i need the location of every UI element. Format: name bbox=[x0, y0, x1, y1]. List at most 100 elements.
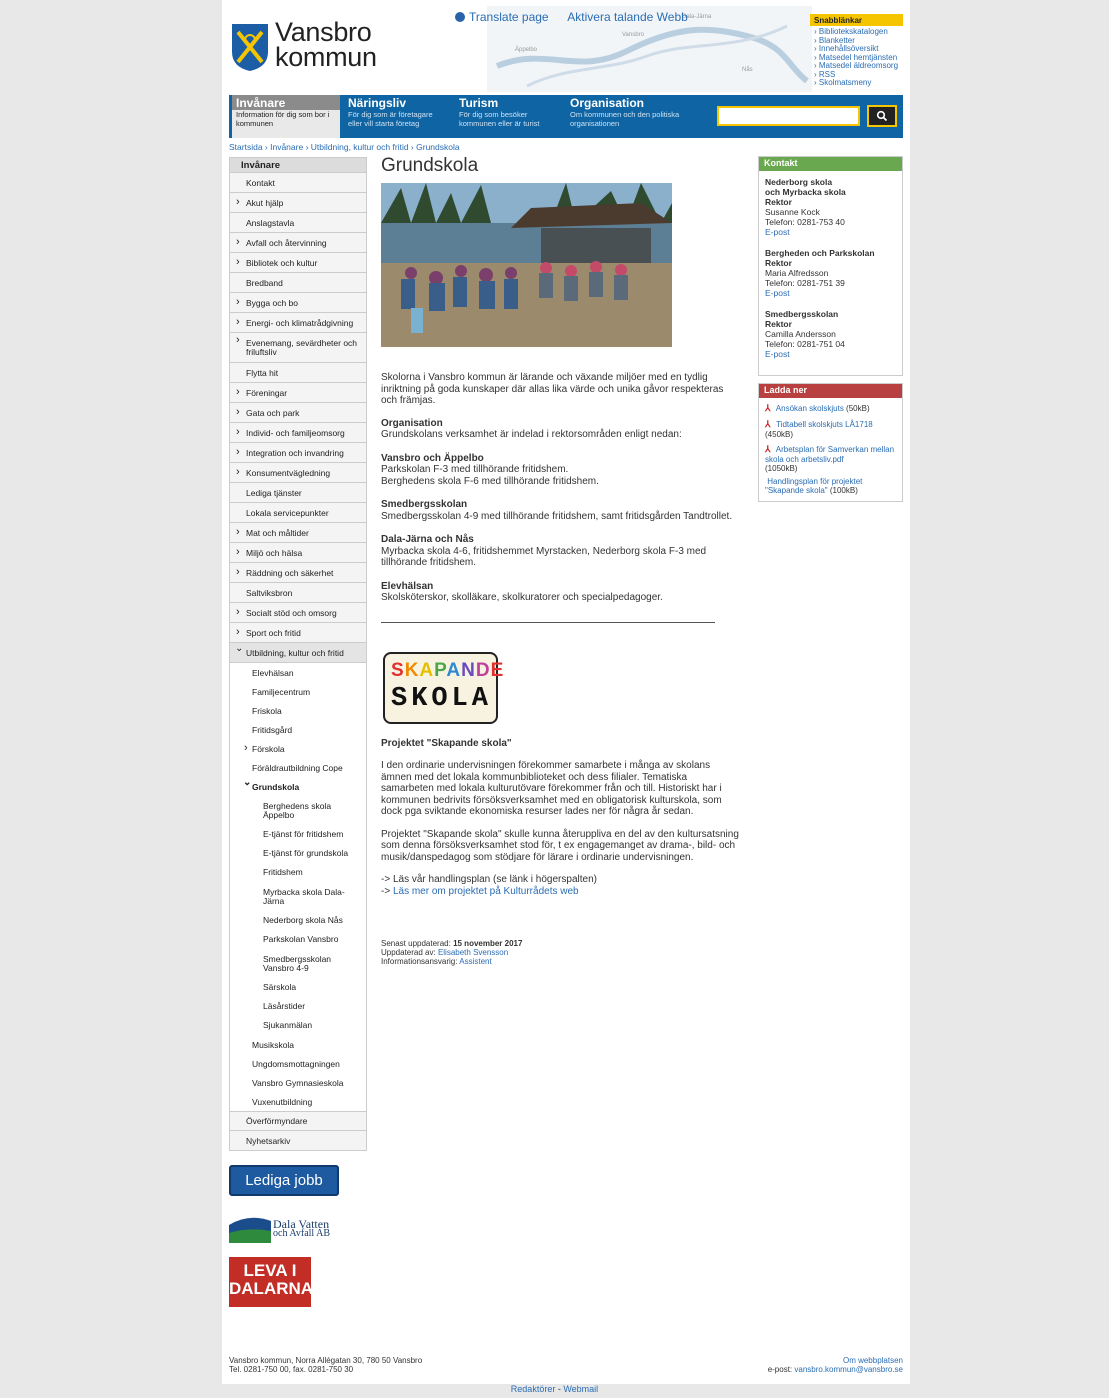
nav-invanare[interactable]: Invånare Information för dig som bor i k… bbox=[232, 95, 340, 138]
sidebar-item[interactable]: Överförmyndare bbox=[229, 1111, 367, 1131]
sidebar-subitem[interactable]: Vuxenutbildning bbox=[229, 1092, 367, 1111]
sidebar-item[interactable]: Energi- och klimatrådgivning bbox=[229, 313, 367, 333]
sidebar-item[interactable]: Räddning och säkerhet bbox=[229, 563, 367, 583]
download-link[interactable]: Ansökan skolskjuts bbox=[776, 404, 844, 413]
sidebar-subsubitem[interactable]: E-tjänst för grundskola bbox=[229, 844, 367, 863]
file-size: (50kB) bbox=[846, 404, 870, 413]
sidebar-subsubitem[interactable]: Särskola bbox=[229, 978, 367, 997]
nav-organisation[interactable]: Organisation Om kommunen och den politis… bbox=[566, 95, 706, 138]
nav-naringsliv[interactable]: Näringsliv För dig som är företagare ell… bbox=[344, 95, 452, 138]
sidebar-subitem[interactable]: Familjecentrum bbox=[229, 682, 367, 701]
sidebar-subitem[interactable]: Vansbro Gymnasieskola bbox=[229, 1073, 367, 1092]
updated-by-link[interactable]: Elisabeth Svensson bbox=[438, 948, 508, 957]
jobs-banner[interactable]: Lediga jobb bbox=[229, 1165, 339, 1196]
search-input[interactable] bbox=[717, 106, 860, 126]
download-link[interactable]: Arbetsplan för Samverkan mellan skola oc… bbox=[765, 445, 894, 464]
sidebar-item[interactable]: Evenemang, sevärdheter och friluftsliv bbox=[229, 333, 367, 363]
sidebar-subitem[interactable]: Föräldrautbildning Cope bbox=[229, 758, 367, 777]
coat-of-arms-icon bbox=[232, 24, 268, 71]
sidebar-subitem[interactable]: Friskola bbox=[229, 701, 367, 720]
site-logo[interactable]: Vansbro kommun bbox=[230, 19, 395, 74]
breadcrumb-link[interactable]: Utbildning, kultur och fritid bbox=[311, 142, 409, 152]
sidebar-item[interactable]: Nyhetsarkiv bbox=[229, 1131, 367, 1151]
sidebar-subsubitem[interactable]: Fritidshem bbox=[229, 863, 367, 882]
arrow-prefix: -> bbox=[381, 885, 393, 897]
sidebar-subitem[interactable]: Ungdomsmottagningen bbox=[229, 1054, 367, 1073]
webmail-link[interactable]: Webmail bbox=[563, 1384, 598, 1394]
sidebar-item[interactable]: Integration och invandring bbox=[229, 443, 367, 463]
sidebar-item[interactable]: Konsumentvägledning bbox=[229, 463, 367, 483]
sidebar-subsubitem[interactable]: Nederborg skola Nås bbox=[229, 911, 367, 930]
dala-vatten-logo-icon bbox=[229, 1217, 271, 1243]
nav-title: Organisation bbox=[570, 96, 645, 110]
contact-email-link[interactable]: E-post bbox=[765, 349, 790, 359]
sidebar-item[interactable]: Flytta hit bbox=[229, 363, 367, 383]
sidebar-subitem[interactable]: Fritidsgård bbox=[229, 720, 367, 739]
sidebar-item[interactable]: Mat och måltider bbox=[229, 523, 367, 543]
editors-link[interactable]: Redaktörer bbox=[511, 1384, 556, 1394]
footer-addr: Vansbro kommun, Norra Allégatan 30, 780 … bbox=[229, 1356, 423, 1365]
sidebar-item[interactable]: Föreningar bbox=[229, 383, 367, 403]
breadcrumb-link[interactable]: Startsida bbox=[229, 142, 263, 152]
sidebar-item[interactable]: Sport och fritid bbox=[229, 623, 367, 643]
breadcrumb-link[interactable]: Invånare bbox=[270, 142, 303, 152]
sidebar-item[interactable]: Kontakt bbox=[229, 173, 367, 193]
kulturradet-link[interactable]: Läs mer om projektet på Kulturrådets web bbox=[393, 886, 579, 897]
sidebar-item[interactable]: Bibliotek och kultur bbox=[229, 253, 367, 273]
translate-link[interactable]: Translate page bbox=[455, 10, 549, 24]
contact-email-link[interactable]: E-post bbox=[765, 288, 790, 298]
search-button[interactable] bbox=[867, 105, 897, 127]
responsible-label: Informationsansvarig: bbox=[381, 957, 460, 966]
contact-role: Rektor bbox=[765, 258, 792, 268]
sidebar-item-active[interactable]: Utbildning, kultur och fritid bbox=[229, 643, 367, 663]
speech-link[interactable]: Aktivera talande Webb bbox=[567, 10, 688, 24]
quicklinks-title: Snabblänkar bbox=[810, 14, 903, 26]
top-links: Translate page Aktivera talande Webb bbox=[455, 10, 704, 24]
nav-turism[interactable]: Turism För dig som besöker kommunen elle… bbox=[455, 95, 561, 138]
sidebar-item[interactable]: Individ- och familjeomsorg bbox=[229, 423, 367, 443]
nav-desc: För dig som besöker kommunen eller är tu… bbox=[459, 110, 540, 128]
sidebar-subsubitem[interactable]: Smedbergsskolan Vansbro 4-9 bbox=[229, 949, 367, 978]
sidebar-item[interactable]: Avfall och återvinning bbox=[229, 233, 367, 253]
sidebar-subsubitem[interactable]: Myrbacka skola Dala-Järna bbox=[229, 882, 367, 911]
sidebar-subitem-current[interactable]: Grundskola bbox=[229, 777, 367, 796]
sidebar-item[interactable]: Lokala servicepunkter bbox=[229, 503, 367, 523]
dala-vatten-banner[interactable]: Dala Vatten och Avfall AB bbox=[229, 1213, 339, 1243]
contact-email-link[interactable]: E-post bbox=[765, 227, 790, 237]
responsible-link[interactable]: Assistent bbox=[459, 957, 491, 966]
sidebar-subitem[interactable]: Musikskola bbox=[229, 1035, 367, 1054]
logo-letter: P bbox=[434, 659, 447, 681]
sidebar-item[interactable]: Bygga och bo bbox=[229, 293, 367, 313]
map-label: Vansbro bbox=[622, 32, 645, 38]
section-heading: Smedbergsskolan bbox=[381, 499, 468, 510]
sidebar-subsubitem[interactable]: E-tjänst för fritidshem bbox=[229, 825, 367, 844]
sidebar-subitem[interactable]: Förskola bbox=[229, 739, 367, 758]
sidebar-subsubitem[interactable]: Sjukanmälan bbox=[229, 1016, 367, 1035]
sidebar-item[interactable]: Gata och park bbox=[229, 403, 367, 423]
sidebar-item[interactable]: Bredband bbox=[229, 273, 367, 293]
leva-i-dalarna-banner[interactable]: LEVA I DALARNA bbox=[229, 1257, 313, 1307]
sidebar-item[interactable]: Anslagstavla bbox=[229, 213, 367, 233]
quicklinks: Snabblänkar Bibliotekskatalogen Blankett… bbox=[810, 14, 903, 88]
sidebar-item[interactable]: Saltviksbron bbox=[229, 583, 367, 603]
sidebar-subitem[interactable]: Elevhälsan bbox=[229, 663, 367, 682]
section-text: Grundskolans verksamhet är indelad i rek… bbox=[381, 429, 682, 440]
footer-tel: Tel. 0281-750 00, fax. 0281-750 30 bbox=[229, 1365, 354, 1374]
sidebar-item[interactable]: Akut hjälp bbox=[229, 193, 367, 213]
logo-top-text: SKAPANDE bbox=[391, 660, 504, 682]
sidebar-subsubitem[interactable]: Berghedens skola Äppelbo bbox=[229, 796, 367, 825]
sidebar-subsubitem[interactable]: Parkskolan Vansbro bbox=[229, 930, 367, 949]
download-link[interactable]: Tidtabell skolskjuts LÅ1718 bbox=[776, 420, 873, 429]
sidebar-item[interactable]: Lediga tjänster bbox=[229, 483, 367, 503]
sidebar-heading[interactable]: Invånare bbox=[229, 157, 367, 173]
about-link[interactable]: Om webbplatsen bbox=[843, 1356, 903, 1365]
section-text: Smedbergsskolan 4-9 med tillhörande frit… bbox=[381, 510, 733, 522]
pdf-icon: ⅄ bbox=[765, 403, 771, 413]
logo-letter: A bbox=[446, 659, 462, 681]
sidebar-subsubitem[interactable]: Läsårstider bbox=[229, 997, 367, 1016]
skapande-skola-logo: SKAPANDE SKOLA bbox=[383, 651, 503, 724]
quicklink[interactable]: Skolmatsmeny bbox=[814, 78, 903, 88]
sidebar-item[interactable]: Socialt stöd och omsorg bbox=[229, 603, 367, 623]
sidebar-item[interactable]: Miljö och hälsa bbox=[229, 543, 367, 563]
email-link[interactable]: vansbro.kommun@vansbro.se bbox=[794, 1365, 903, 1374]
